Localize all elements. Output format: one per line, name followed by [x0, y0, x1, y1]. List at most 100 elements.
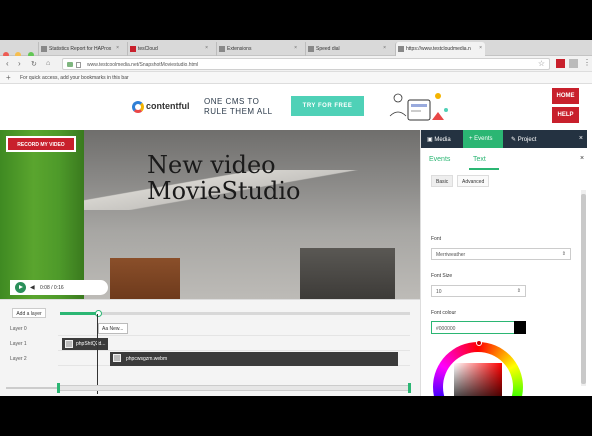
colour-wheel[interactable]	[433, 340, 523, 396]
video-preview[interactable]: RECORD MY VIDEO New video MovieStudio ◀ …	[0, 130, 420, 299]
browser-tab[interactable]: Speed dial ×	[305, 42, 389, 56]
close-tab-icon[interactable]: ×	[383, 45, 386, 51]
tab-advanced[interactable]: Advanced	[457, 175, 490, 187]
page-favicon-icon	[398, 46, 404, 52]
font-label: Font	[431, 236, 442, 242]
page-favicon-icon	[41, 46, 47, 52]
close-tab-icon[interactable]: ×	[294, 45, 297, 51]
tab-media-label: Media	[434, 137, 451, 143]
colour-saturation-square[interactable]	[454, 363, 502, 396]
hue-handle[interactable]	[476, 340, 482, 346]
panel-scrollbar[interactable]	[581, 190, 586, 386]
tab-media[interactable]: ▣ Media	[421, 130, 461, 148]
player-controls: ◀ 0:08 / 0:16	[10, 280, 108, 295]
scrollbar-thumb[interactable]	[581, 194, 586, 384]
tab-basic[interactable]: Basic	[431, 175, 454, 187]
extension-icon[interactable]	[556, 59, 565, 68]
video-clip[interactable]: phpcwsgzm.webm	[110, 352, 398, 366]
panel-tabs: ▣ Media + Events ✎ Project ×	[421, 130, 587, 148]
video-tv	[300, 248, 395, 299]
layer-track[interactable]	[58, 337, 410, 351]
layer-label: Layer 0	[10, 326, 27, 332]
try-for-free-button[interactable]: TRY FOR FREE	[291, 96, 364, 116]
font-colour-label: Font colour	[431, 310, 457, 316]
ad-illustration-icon	[389, 93, 448, 121]
video-clip[interactable]: phpShtQ2d...	[62, 338, 108, 350]
tab-project[interactable]: ✎ Project	[505, 130, 549, 148]
video-grass-area	[0, 130, 84, 299]
close-tab-icon[interactable]: ×	[116, 45, 119, 51]
colour-swatch[interactable]	[514, 321, 526, 334]
layer-label: Layer 1	[10, 341, 27, 347]
url-input[interactable]: www.testcoolmedia.net/SnapshotMoviestudi…	[62, 58, 550, 70]
bookmarks-bar: + For quick access, add your bookmarks i…	[0, 72, 592, 84]
font-size-label: Font Size	[431, 273, 453, 279]
timeline-panel: Add a layer Layer 0 Layer 1 Layer 2 Aa N…	[0, 299, 420, 396]
close-tab-icon[interactable]: ×	[205, 45, 208, 51]
ad-tagline: ONE CMS TO RULE THEM ALL	[204, 97, 273, 116]
browser-tab-active[interactable]: https://www.testcloudmedia.n ×	[395, 42, 485, 56]
page-favicon-icon	[130, 46, 136, 52]
browser-tab[interactable]: Extensions ×	[216, 42, 300, 56]
home-icon[interactable]: ⌂	[46, 60, 50, 67]
chevron-down-icon: ⇕	[561, 251, 566, 257]
chevron-down-icon: ⇕	[516, 288, 521, 294]
play-icon[interactable]	[15, 282, 26, 293]
page-favicon-icon	[219, 46, 225, 52]
font-value: Merriweather	[436, 252, 466, 258]
record-my-video-button[interactable]: RECORD MY VIDEO	[6, 136, 76, 152]
volume-icon[interactable]: ◀	[30, 284, 35, 291]
page-favicon-icon	[308, 46, 314, 52]
timeline-progress	[60, 312, 99, 315]
player-time: 0:08 / 0:16	[40, 285, 64, 291]
back-icon[interactable]: ‹	[6, 59, 9, 68]
layer-row: Layer 0	[0, 322, 420, 336]
tab-label: Speed dial	[316, 46, 340, 52]
video-title-line: MovieStudio	[147, 177, 301, 205]
help-button[interactable]: HELP	[552, 107, 579, 123]
timeline-scrollbar[interactable]	[0, 382, 420, 394]
ad-banner[interactable]: contentful ONE CMS TO RULE THEM ALL TRY …	[0, 84, 592, 130]
clip-thumbnail-icon	[113, 354, 121, 362]
subtab-events[interactable]: Events	[429, 156, 450, 163]
timeline-ruler[interactable]	[60, 310, 410, 317]
close-icon[interactable]: ×	[580, 155, 584, 162]
home-button[interactable]: HOME	[552, 88, 579, 104]
font-colour-input[interactable]: #000000	[431, 321, 516, 334]
browser-tab[interactable]: Statistics Report for HAProx ×	[38, 42, 122, 56]
close-tab-icon[interactable]: ×	[479, 45, 482, 51]
subtab-text[interactable]: Text	[473, 156, 486, 163]
range-start-handle[interactable]	[57, 383, 60, 393]
range-end-handle[interactable]	[408, 383, 411, 393]
bookmark-star-icon[interactable]: ☆	[538, 59, 545, 68]
text-clip[interactable]: Aa New...	[98, 323, 128, 334]
close-panel-icon[interactable]: ×	[579, 135, 583, 142]
browser-tab-bar: Statistics Report for HAProx × tesCloud × …	[0, 40, 592, 58]
tab-label: tesCloud	[138, 46, 158, 52]
subtab-underline	[469, 168, 499, 170]
add-bookmark-icon[interactable]: +	[6, 73, 11, 82]
video-title-overlay[interactable]: New video MovieStudio	[147, 152, 301, 204]
tab-label: Statistics Report for HAProx	[49, 46, 112, 52]
bookmarks-hint: For quick access, add your bookmarks in …	[20, 75, 129, 81]
properties-panel: ▣ Media + Events ✎ Project × Events Text…	[420, 130, 592, 396]
secure-lock-icon	[67, 62, 73, 67]
browser-window: Statistics Report for HAProx × tesCloud × …	[0, 40, 592, 396]
video-shelf	[110, 258, 180, 299]
scrollbar-thumb[interactable]	[58, 385, 410, 391]
timeline-scrubber-handle[interactable]	[94, 310, 102, 317]
layer-label: Layer 2	[10, 356, 27, 362]
ad-brand: contentful	[146, 101, 190, 111]
clip-thumbnail-icon	[65, 340, 73, 348]
browser-tab[interactable]: tesCloud ×	[127, 42, 211, 56]
add-layer-button[interactable]: Add a layer	[12, 308, 46, 318]
tab-events-label: Events	[474, 136, 493, 142]
font-size-select[interactable]: 10 ⇕	[431, 285, 526, 297]
forward-icon[interactable]: ›	[18, 59, 21, 68]
font-select[interactable]: Merriweather ⇕	[431, 248, 571, 260]
menu-icon[interactable]: ⋮	[583, 58, 591, 67]
panel-subtabs: Events Text	[429, 156, 499, 170]
extension-icon[interactable]	[569, 59, 578, 68]
tab-events[interactable]: + Events	[463, 130, 503, 148]
reload-icon[interactable]: ↻	[31, 60, 37, 68]
